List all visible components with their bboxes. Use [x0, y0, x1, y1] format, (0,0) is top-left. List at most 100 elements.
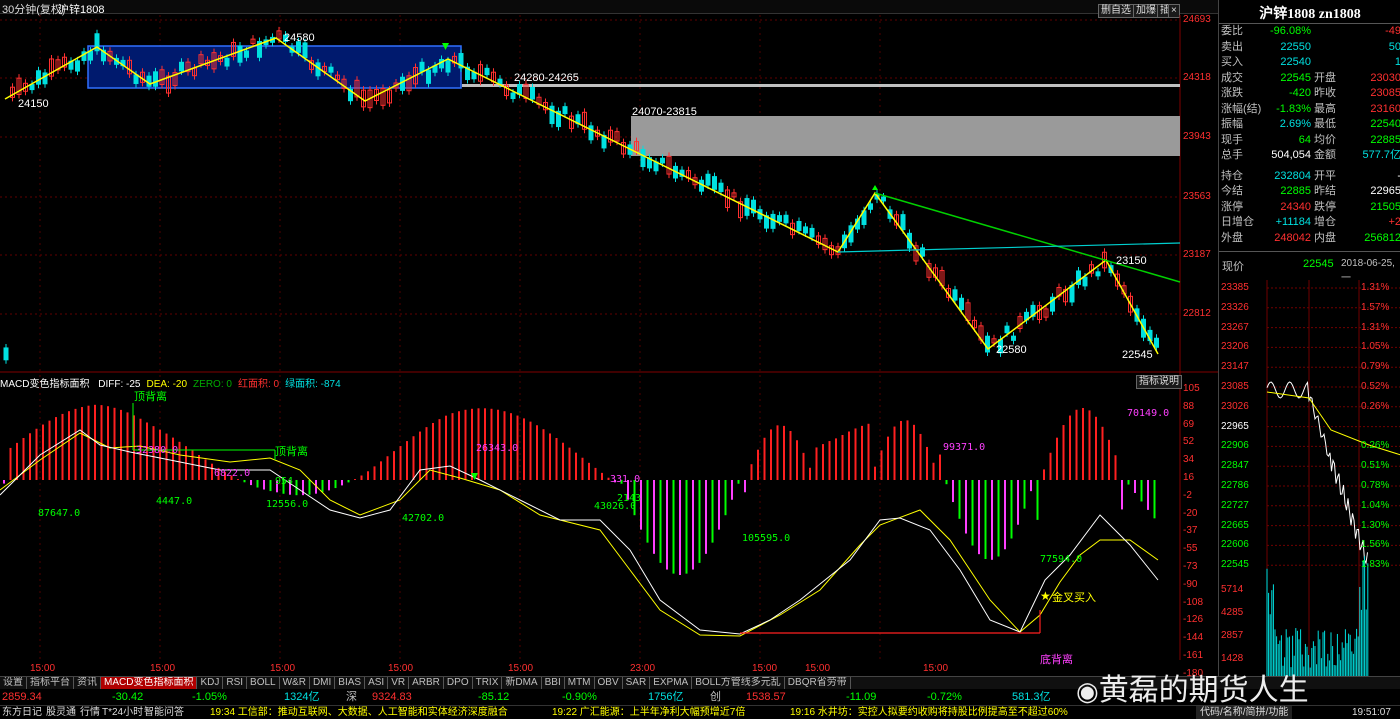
mini-price-tick: 22665 [1221, 520, 1249, 531]
news-headline-2[interactable]: 19:22 广汇能源：上半年净利大幅预增近7倍 [552, 706, 745, 719]
candle [56, 56, 60, 74]
idx2-amount: 1756亿 [648, 689, 683, 705]
candle [752, 196, 756, 217]
indicator-tab[interactable]: ARBR [409, 677, 444, 689]
news-headline-3[interactable]: 19:16 水井坊：实控人拟要约收购将持股比例提高至不超过60% [790, 706, 1068, 719]
quote-cell: -49 [1343, 24, 1400, 40]
news-tab-stock[interactable]: 股灵通 [46, 706, 76, 719]
quote-cell: -1.83% [1259, 102, 1311, 118]
candle [589, 122, 593, 144]
area-label: 32380.0 [136, 445, 178, 456]
candle [1096, 268, 1100, 280]
quote-cell: 最低 [1314, 117, 1336, 133]
idx3-value: 1538.57 [746, 689, 786, 705]
indicator-tab[interactable]: BOLL [247, 677, 280, 689]
quote-cell: 1 [1343, 55, 1400, 71]
macd-tick: -20 [1183, 508, 1197, 519]
news-tab-quote[interactable]: 行情 [80, 706, 100, 719]
quote-cell: 232804 [1259, 169, 1311, 185]
indicator-tab[interactable]: MTM [565, 677, 595, 689]
star-icon: ★ [1040, 589, 1051, 603]
mini-price-tick: 22906 [1221, 440, 1249, 451]
indicator-tab[interactable]: W&R [280, 677, 310, 689]
time-tick: 23:00 [630, 663, 655, 674]
quote-cell: 买入 [1221, 55, 1243, 71]
indicator-tab[interactable]: BIAS [335, 677, 365, 689]
quote-cell: 22965 [1343, 184, 1400, 200]
indicator-tab[interactable]: SAR [623, 677, 651, 689]
indicator-tab[interactable]: 设置 [0, 677, 27, 689]
label-peak: 24580 [284, 32, 315, 44]
quote-cell: 504,054 [1259, 148, 1311, 164]
quote-cell: 开平 [1314, 169, 1336, 185]
support-line [838, 243, 1180, 252]
news-tab-qa[interactable]: 智能问答 [144, 706, 184, 719]
mini-pct-tick: 0.52% [1361, 381, 1389, 392]
indicator-tab[interactable]: DMI [310, 677, 335, 689]
candle [622, 139, 626, 158]
indicator-tab[interactable]: 新DMA [502, 677, 541, 689]
news-tab-24h[interactable]: T*24小时 [102, 706, 143, 719]
quote-cell: 涨跌 [1221, 86, 1243, 102]
now-label: 现价 [1222, 258, 1244, 274]
idx3-name: 创 [710, 689, 721, 705]
quote-cell: 总手 [1221, 148, 1243, 164]
mini-price-tick: 23085 [1221, 381, 1249, 392]
consolidation-box [88, 46, 461, 88]
indicator-tab[interactable]: BOLL方管线多元乱 [692, 677, 785, 689]
clock: 19:51:07 [1352, 706, 1391, 719]
macd-tick: -161 [1183, 650, 1203, 661]
quote-panel: 沪锌1808 zn1808 委比 -96.08% -49 卖出 22550 50 买入 225… [1218, 0, 1400, 676]
indicator-tab[interactable]: MACD变色指标面积 [101, 677, 197, 689]
idx2-change: -85.12 [478, 689, 509, 705]
quote-row: 买入 22540 1 [1219, 55, 1400, 71]
news-headline-1[interactable]: 19:34 工信部：推动互联网、大数据、人工智能和实体经济深度融合 [210, 706, 508, 719]
quote-cell: 22545 [1259, 71, 1311, 87]
quote-cell: 成交 [1221, 71, 1243, 87]
indicator-explain-button[interactable]: 指标说明 [1136, 375, 1182, 389]
quote-cell: 涨停 [1221, 200, 1243, 216]
time-tick: 15:00 [388, 663, 413, 674]
quote-cell: +11184 [1259, 215, 1311, 231]
mini-price-tick: 23206 [1221, 341, 1249, 352]
indicator-tab[interactable]: ASI [365, 677, 388, 689]
mini-price-tick: 23147 [1221, 361, 1249, 372]
candle [1057, 284, 1061, 301]
candle [1044, 305, 1048, 321]
candle [43, 69, 47, 88]
indicator-tab[interactable]: DPO [444, 677, 473, 689]
indicator-tab[interactable]: 资讯 [74, 677, 101, 689]
indicator-tab[interactable]: RSI [223, 677, 247, 689]
indicator-tab[interactable]: 指标平台 [27, 677, 74, 689]
mini-volume-tick: 4285 [1221, 607, 1243, 618]
candle [1038, 302, 1042, 324]
mini-volume-tick: 2857 [1221, 630, 1243, 641]
mini-price-tick: 22847 [1221, 460, 1249, 471]
quote-cell: 64 [1259, 133, 1311, 149]
quote-row: 日增仓 +11184 增仓 +2 [1219, 215, 1400, 231]
macd-tick: 105 [1183, 383, 1200, 394]
quote-row: 总手 504,054 金额 577.7亿 [1219, 148, 1400, 164]
indicator-tab[interactable]: BBI [542, 677, 565, 689]
mini-pct-tick: 0.78% [1361, 480, 1389, 491]
indicator-tab[interactable]: EXPMA [650, 677, 692, 689]
candle [4, 344, 8, 364]
quote-cell: 金额 [1314, 148, 1336, 164]
mini-price-tick: 22606 [1221, 539, 1249, 550]
indicator-tab[interactable]: VR [388, 677, 409, 689]
indicator-tab[interactable]: DBQR省劳带 [785, 677, 851, 689]
mini-pct-tick: 1.56% [1361, 539, 1389, 550]
quote-row: 卖出 22550 50 [1219, 40, 1400, 56]
indicator-tab[interactable]: OBV [595, 677, 623, 689]
mini-price-tick: 23326 [1221, 302, 1249, 313]
mini-pct-tick: 0.79% [1361, 361, 1389, 372]
indicator-tab[interactable]: TRIX [473, 677, 503, 689]
macd-tick: 34 [1183, 454, 1194, 465]
candle [238, 42, 242, 66]
candle [784, 211, 788, 227]
news-tab-diary[interactable]: 东方日记 [2, 706, 42, 719]
indicator-tab[interactable]: KDJ [197, 677, 223, 689]
quote-cell: 今结 [1221, 184, 1243, 200]
chart-area[interactable]: 30分钟(复权) 沪锌1808 删自选 加爆 插 × ★ 24693 24318… [0, 0, 1218, 676]
candle [69, 57, 73, 73]
